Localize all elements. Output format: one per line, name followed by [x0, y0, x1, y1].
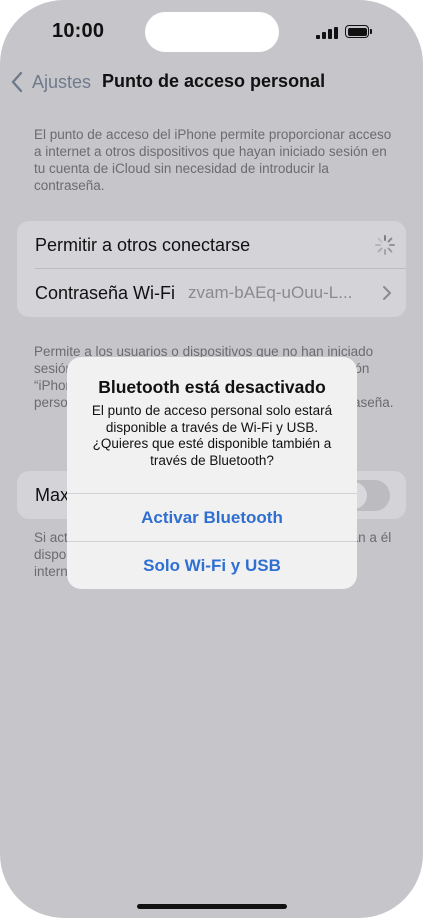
alert-title: Bluetooth está desactivado: [98, 377, 326, 397]
spinner-icon: [375, 235, 395, 255]
back-button[interactable]: Ajustes: [8, 69, 91, 95]
alert-message: El punto de acceso personal solo estará …: [91, 403, 333, 468]
bluetooth-alert: Bluetooth está desactivado El punto de a…: [67, 357, 357, 589]
phone-frame: 10:00 Ajustes Punto de acceso personal E…: [0, 0, 423, 918]
back-label: Ajustes: [32, 71, 92, 92]
status-time: 10:00: [52, 20, 105, 42]
wifi-usb-only-button[interactable]: Solo Wi-Fi y USB: [67, 542, 357, 589]
screen: 10:00 Ajustes Punto de acceso personal E…: [0, 0, 423, 918]
allow-others-label: Permitir a otros conectarse: [35, 234, 251, 255]
hotspot-description: El punto de acceso del iPhone permite pr…: [34, 127, 392, 193]
home-indicator[interactable]: [137, 904, 287, 909]
wifi-password-row[interactable]: Contraseña Wi-Fi zvam-bAEq-uOuu-L...: [17, 269, 406, 317]
wifi-password-label: Contraseña Wi-Fi: [35, 282, 176, 303]
dynamic-island: [145, 12, 279, 52]
wifi-password-value: zvam-bAEq-uOuu-L...: [188, 283, 353, 302]
cellular-signal-icon: [316, 27, 340, 39]
activate-bluetooth-button[interactable]: Activar Bluetooth: [67, 494, 357, 541]
page-title: Punto de acceso personal: [102, 71, 326, 91]
chevron-right-icon: [383, 286, 391, 300]
battery-icon: [345, 25, 372, 38]
chevron-left-icon: [11, 71, 23, 93]
settings-group: Permitir a otros conectarse Contraseña W…: [17, 221, 406, 317]
allow-others-row[interactable]: Permitir a otros conectarse: [17, 221, 406, 269]
